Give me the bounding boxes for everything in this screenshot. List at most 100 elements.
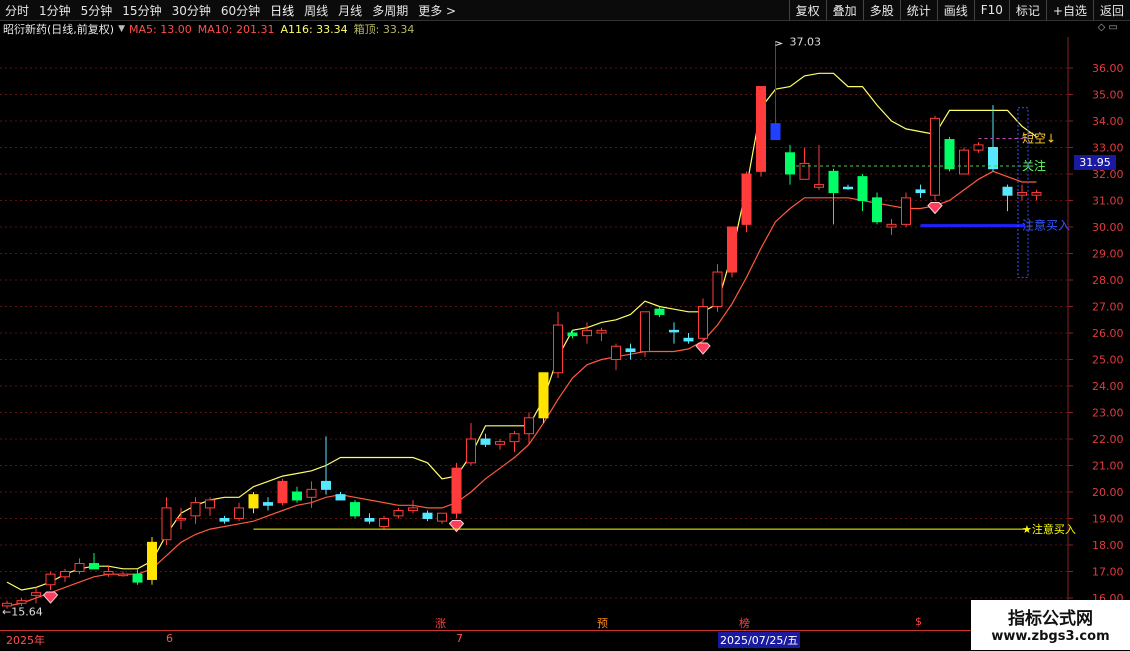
candle-body — [495, 441, 505, 445]
candle-body — [408, 507, 418, 512]
y-tick-label: 29.00 — [1092, 248, 1124, 261]
tab-monthly[interactable]: 月线 — [333, 2, 367, 19]
candle — [205, 497, 215, 516]
candle-body — [698, 306, 708, 339]
marker-dollar: $ — [915, 615, 922, 628]
candle — [509, 431, 520, 453]
y-tick-label: 24.00 — [1092, 380, 1124, 393]
candle-body — [132, 573, 143, 583]
candle-body — [205, 499, 215, 509]
tab-15min[interactable]: 15分钟 — [117, 2, 166, 19]
tab-weekly[interactable]: 周线 — [299, 2, 333, 19]
candle — [683, 333, 694, 344]
ma5-value: MA5: 13.00 — [129, 22, 192, 36]
overlay-button[interactable]: 叠加 — [825, 0, 863, 20]
candle-body — [234, 507, 244, 519]
diamond-signal-icon — [42, 591, 59, 604]
a116-value: A116: 33.34 — [280, 22, 348, 36]
tab-60min[interactable]: 60分钟 — [216, 2, 265, 19]
add-watchlist-button[interactable]: +自选 — [1045, 0, 1093, 20]
candle-body — [1002, 186, 1013, 196]
candle-body — [654, 308, 665, 315]
candle-body — [683, 337, 694, 342]
candle — [640, 311, 650, 357]
y-tick-label: 31.00 — [1092, 195, 1124, 208]
stats-button[interactable]: 统计 — [899, 0, 937, 20]
candle-body — [959, 149, 969, 175]
candle-body — [306, 488, 317, 498]
y-tick-label: 34.00 — [1092, 115, 1124, 128]
top-toolbar: 分时 1分钟 5分钟 15分钟 30分钟 60分钟 日线 周线 月线 多周期 更… — [0, 0, 1130, 21]
year-label: 2025年 — [6, 634, 45, 647]
panel-icons[interactable]: ◇ ▭ — [1098, 22, 1118, 33]
candle — [901, 192, 911, 227]
candle-body — [364, 518, 375, 522]
tab-1min[interactable]: 1分钟 — [34, 2, 76, 19]
candle-body — [944, 139, 955, 170]
dropdown-icon[interactable]: ▼ — [118, 24, 125, 34]
box-top-value: 箱顶: 33.34 — [353, 23, 415, 36]
back-button[interactable]: 返回 — [1092, 0, 1130, 20]
candle-body — [640, 311, 650, 353]
candle — [1017, 184, 1027, 201]
multi-stock-button[interactable]: 多股 — [862, 0, 900, 20]
watch-label: 关注 — [1022, 158, 1046, 173]
candle-body — [857, 176, 868, 201]
candle — [611, 343, 621, 371]
candle — [959, 147, 969, 175]
candle — [930, 115, 940, 201]
ma10-value: MA10: 201.31 — [197, 22, 275, 36]
candle — [364, 513, 375, 524]
candles — [2, 41, 1042, 609]
tab-daily[interactable]: 日线 — [265, 2, 299, 19]
candle — [45, 571, 56, 591]
adjust-button[interactable]: 复权 — [788, 0, 826, 20]
candle — [1031, 189, 1042, 201]
candle — [553, 311, 563, 379]
candle — [335, 492, 346, 501]
y-tick-label: 25.00 — [1092, 354, 1124, 367]
candle-body — [277, 480, 288, 504]
candle — [654, 306, 665, 318]
candle-body — [335, 494, 346, 501]
y-tick-label: 22.00 — [1092, 433, 1124, 446]
candle-body — [712, 271, 723, 308]
site-watermark: 指标公式网 www.zbgs3.com — [971, 600, 1130, 650]
tab-5min[interactable]: 5分钟 — [76, 2, 118, 19]
candle-body — [89, 563, 99, 570]
candle-body — [886, 223, 897, 228]
candle-body — [741, 173, 752, 225]
y-tick-label: 27.00 — [1092, 301, 1124, 314]
candle-body — [756, 86, 766, 172]
candle-body — [45, 573, 56, 586]
candle — [31, 587, 41, 604]
kline-chart[interactable]: 16.0017.0018.0019.0020.0021.0022.0023.00… — [0, 37, 1130, 630]
tab-timeshare[interactable]: 分时 — [0, 2, 34, 19]
candle-body — [1031, 192, 1042, 196]
candle-body — [872, 197, 882, 223]
tab-30min[interactable]: 30分钟 — [167, 2, 216, 19]
candle-body — [625, 348, 636, 353]
candle — [973, 142, 984, 153]
candle — [466, 423, 476, 466]
candle — [1002, 184, 1013, 212]
candle-body — [147, 541, 157, 580]
candle — [350, 499, 360, 519]
tab-more[interactable]: 更多 > — [413, 2, 461, 19]
y-tick-label: 35.00 — [1092, 89, 1124, 102]
mark-button[interactable]: 标记 — [1008, 0, 1046, 20]
draw-line-button[interactable]: 画线 — [936, 0, 974, 20]
y-tick-label: 26.00 — [1092, 327, 1124, 340]
candle — [147, 537, 157, 585]
watermark-title: 指标公式网 — [1008, 609, 1093, 629]
y-tick-label: 33.00 — [1092, 142, 1124, 155]
candle — [234, 502, 244, 522]
candle — [625, 343, 636, 360]
f10-button[interactable]: F10 — [973, 0, 1009, 20]
candle-body — [263, 502, 273, 506]
tab-multi-period[interactable]: 多周期 — [367, 2, 413, 19]
candle — [437, 512, 447, 524]
low-price-label: ←15.64 — [2, 606, 43, 619]
marker-zhang: 涨 — [435, 617, 446, 630]
marker-yu: 预 — [597, 617, 608, 630]
